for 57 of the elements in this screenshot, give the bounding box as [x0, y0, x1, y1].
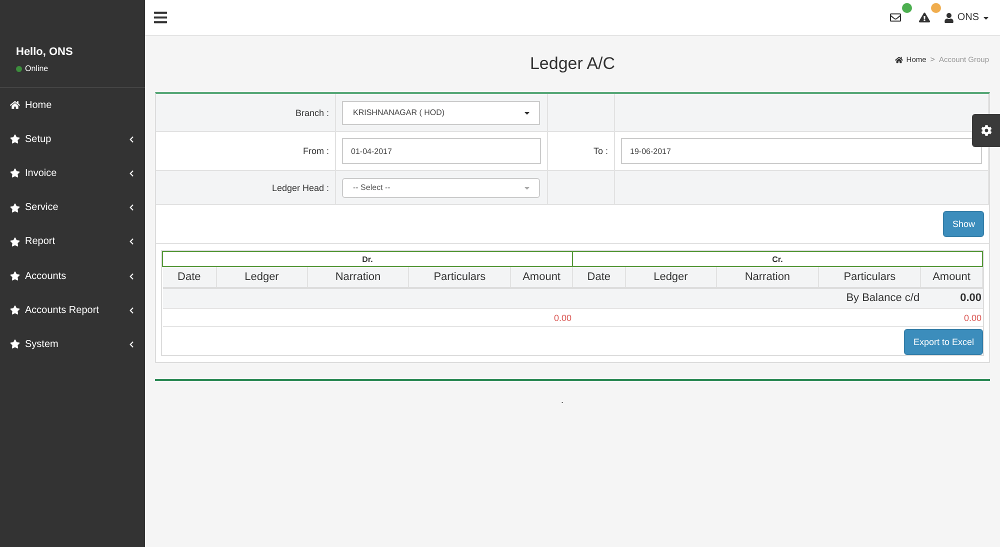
- to-date-field[interactable]: 19-06-2017: [621, 138, 982, 164]
- sidebar-item[interactable]: Accounts: [0, 258, 145, 294]
- particulars-text: By Balance c/d: [846, 292, 920, 304]
- star-icon: [10, 168, 20, 178]
- from-date-field[interactable]: 01-04-2017: [342, 138, 541, 164]
- page-title: Ledger A/C: [530, 54, 616, 74]
- column-header: Narration: [716, 266, 819, 288]
- amount-text: 0.00: [964, 312, 982, 322]
- column-header: Particulars: [408, 266, 511, 288]
- column-header: Amount: [920, 266, 982, 288]
- sidebar-item[interactable]: System: [0, 327, 145, 362]
- branch-select[interactable]: KRISHNANAGAR ( HOD): [342, 100, 540, 124]
- envelope-icon: [890, 12, 902, 23]
- star-icon: [10, 134, 20, 144]
- show-button[interactable]: Show: [943, 211, 984, 237]
- star-icon: [10, 339, 20, 350]
- ledger-head-select[interactable]: -- Select --: [342, 178, 540, 198]
- amount-text: 0.00: [554, 312, 572, 322]
- debit-heading: Dr.: [162, 252, 572, 266]
- column-header: Date: [572, 266, 626, 288]
- export-button[interactable]: Export to Excel: [904, 329, 983, 355]
- column-header: Amount: [510, 266, 572, 288]
- user-menu[interactable]: ONS: [944, 12, 990, 23]
- settings-button[interactable]: [972, 114, 1000, 147]
- column-header: Date: [162, 266, 216, 288]
- credit-heading: Cr.: [572, 252, 982, 266]
- sidebar-item[interactable]: Service: [0, 190, 145, 225]
- field-label: To :: [593, 146, 608, 156]
- home-icon: [10, 100, 20, 110]
- sidebar-item[interactable]: Invoice: [0, 156, 145, 191]
- notification-button[interactable]: [919, 12, 930, 23]
- field-label: Branch :: [295, 108, 329, 118]
- sidebar-item[interactable]: Accounts Report: [0, 293, 145, 328]
- field-label: From :: [303, 146, 329, 156]
- sidebar-item[interactable]: Setup: [0, 122, 145, 156]
- notification-button[interactable]: [890, 12, 902, 23]
- footer-text: .: [561, 395, 565, 405]
- sidebar-item[interactable]: Report: [0, 224, 145, 259]
- amount-text: 0.00: [960, 292, 982, 304]
- star-icon: [10, 236, 20, 247]
- home-icon: [895, 56, 904, 64]
- star-icon: [10, 305, 20, 316]
- column-header: Narration: [307, 266, 409, 288]
- greeting-text: Hello, ONS: [16, 46, 74, 58]
- column-header: Ledger: [216, 266, 308, 288]
- gear-icon: [980, 125, 992, 136]
- menu-icon[interactable]: [153, 10, 168, 25]
- field-label: Ledger Head :: [272, 182, 329, 192]
- column-header: Ledger: [625, 266, 716, 288]
- breadcrumb-separator: >: [930, 55, 935, 64]
- star-icon: [10, 271, 20, 282]
- user-icon: [944, 12, 954, 22]
- online-status: Online: [16, 64, 145, 73]
- star-icon: [10, 202, 20, 213]
- sidebar-item[interactable]: Home: [0, 88, 145, 122]
- warning-icon: [919, 12, 930, 23]
- column-header: Particulars: [818, 266, 921, 288]
